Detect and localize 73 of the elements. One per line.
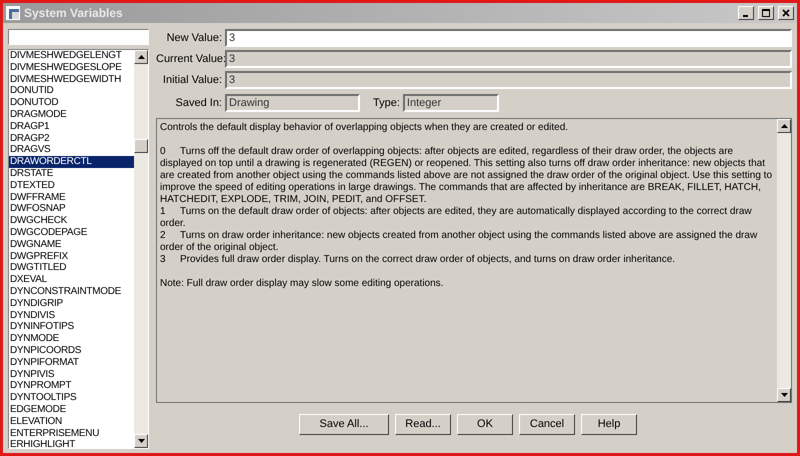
variable-list-item[interactable]: DTEXTED xyxy=(9,180,134,192)
close-icon xyxy=(782,9,790,17)
variable-list-item[interactable]: DYNDIGRIP xyxy=(9,298,134,310)
variable-list-item[interactable]: DYNPIVIS xyxy=(9,368,134,380)
variable-list-item[interactable]: DYNPICOORDS xyxy=(9,344,134,357)
value-field: Integer xyxy=(402,94,499,112)
variable-list-item[interactable]: DIVMESHWEDGELENGT xyxy=(9,50,134,62)
scroll-up-button[interactable] xyxy=(777,119,791,133)
variable-list-item[interactable]: DRAGP2 xyxy=(9,132,134,144)
variable-list-item[interactable]: DYNPIFORMAT xyxy=(9,356,134,369)
variable-list-item[interactable]: DONUTID xyxy=(9,85,134,98)
value-field: 3 xyxy=(225,50,792,68)
description-text: Controls the default display behavior of overlapping objects when they are created or edited. xyxy=(160,122,570,134)
down-arrow-icon xyxy=(780,393,788,397)
search-field[interactable] xyxy=(8,29,149,45)
minimize-button[interactable] xyxy=(738,6,754,20)
scrollbar[interactable] xyxy=(134,50,148,448)
value-field: Drawing xyxy=(225,94,360,112)
close-button[interactable] xyxy=(778,6,794,20)
dialog-button[interactable]: Read... xyxy=(395,414,451,435)
variable-list-item[interactable]: ELEVATION xyxy=(9,416,134,428)
window-icon xyxy=(6,6,20,20)
description-text: Note: Full draw order display may slow some editing operations. xyxy=(160,278,444,290)
field-label: New Value: xyxy=(166,30,222,46)
variable-list-item[interactable]: DWGCODEPAGE xyxy=(9,226,134,239)
variable-list-item[interactable]: DIVMESHWEDGEWIDTH xyxy=(9,74,134,86)
scroll-up-button[interactable] xyxy=(134,50,148,64)
scroll-down-button[interactable] xyxy=(777,388,791,402)
field-label: Initial Value: xyxy=(162,72,222,88)
variable-list-item[interactable]: DWGNAME xyxy=(9,238,134,251)
description-text: 2 Turns on draw order inheritance: new objects created from another object using the commands listed above are assigned the draw order of the original object. xyxy=(160,230,758,254)
field-label: Saved In: xyxy=(174,96,222,111)
variable-list-item[interactable]: DRAGVS xyxy=(9,144,134,156)
variable-list-item[interactable]: ERHIGHLIGHT xyxy=(9,439,134,448)
variable-list-item[interactable]: DYNCONSTRAINTMODE xyxy=(9,286,134,298)
field-label: Type: xyxy=(373,96,400,111)
down-arrow-icon xyxy=(138,439,144,443)
scrollbar[interactable] xyxy=(777,119,791,402)
up-arrow-icon xyxy=(138,55,144,59)
scroll-down-button[interactable] xyxy=(134,434,148,448)
variable-list-item[interactable]: DWGTITLED xyxy=(9,262,134,274)
variable-list-item[interactable]: DYNDIVIS xyxy=(9,310,134,322)
window-title: System Variables xyxy=(24,5,124,22)
maximize-icon xyxy=(762,9,770,17)
variable-list-item[interactable]: DYNTOOLTIPS xyxy=(9,392,134,404)
variable-list-item[interactable]: DWFOSNAP xyxy=(9,203,134,216)
variable-list-item[interactable]: ENTERPRISEMENU xyxy=(9,428,134,440)
value-input-field[interactable]: 3 xyxy=(225,29,792,47)
variable-list-item[interactable]: DWGPREFIX xyxy=(9,250,134,262)
description-text: 0 Turns off the default draw order of overlapping objects: after objects are edited, regardless of their draw order, the objects are displayed on top until a drawing is regenerated (REGEN) or reopened. This setting also turns off draw order inheritance: new objects that are created from another object using the commands listed above are not assigned the draw order of the original object. Use this setting to improve the speed of editing operations in large drawings. The commands that are affected by inheritance are BREAK, FILLET, HATCH, HATCHEDIT, EXPLODE, TRIM, JOIN, PEDIT, and OFFSET. xyxy=(160,146,774,206)
variable-list-item[interactable]: DONUTOD xyxy=(9,97,134,109)
variable-list-item[interactable]: DWFFRAME xyxy=(9,192,134,204)
description-text: 3 Provides full draw order display. Turns on the correct draw order of objects, and turns on draw order inheritance. xyxy=(160,254,676,266)
variable-list-item[interactable]: DYNMODE xyxy=(9,333,134,345)
variable-list-item[interactable]: DRAGMODE xyxy=(9,108,134,121)
variable-list-item[interactable]: DWGCHECK xyxy=(9,215,134,227)
description-text: 1 Turns on the default draw order of objects: after objects are edited, they are automatically displayed according to the correct draw order. xyxy=(160,206,753,230)
maximize-button[interactable] xyxy=(758,6,774,20)
variable-list-item[interactable]: DRAGP1 xyxy=(9,120,134,133)
variable-list-item[interactable]: DRAWORDERCTL xyxy=(9,156,134,168)
value-field: 3 xyxy=(225,71,792,89)
dialog-button[interactable]: Save All... xyxy=(299,414,389,435)
variable-list-item[interactable]: EDGEMODE xyxy=(9,404,134,416)
variable-list-item[interactable]: DYNINFOTIPS xyxy=(9,321,134,334)
variable-list-item[interactable]: DRSTATE xyxy=(9,168,134,180)
variable-list-item[interactable]: DYNPROMPT xyxy=(9,380,134,392)
dialog-button[interactable]: OK xyxy=(457,414,513,435)
variable-list-item[interactable]: DXEVAL xyxy=(9,274,134,286)
scroll-thumb[interactable] xyxy=(134,139,148,153)
up-arrow-icon xyxy=(780,124,788,128)
variable-list-item[interactable]: DIVMESHWEDGESLOPE xyxy=(9,62,134,74)
dialog-button[interactable]: Help xyxy=(581,414,637,435)
dialog-button[interactable]: Cancel xyxy=(519,414,575,435)
